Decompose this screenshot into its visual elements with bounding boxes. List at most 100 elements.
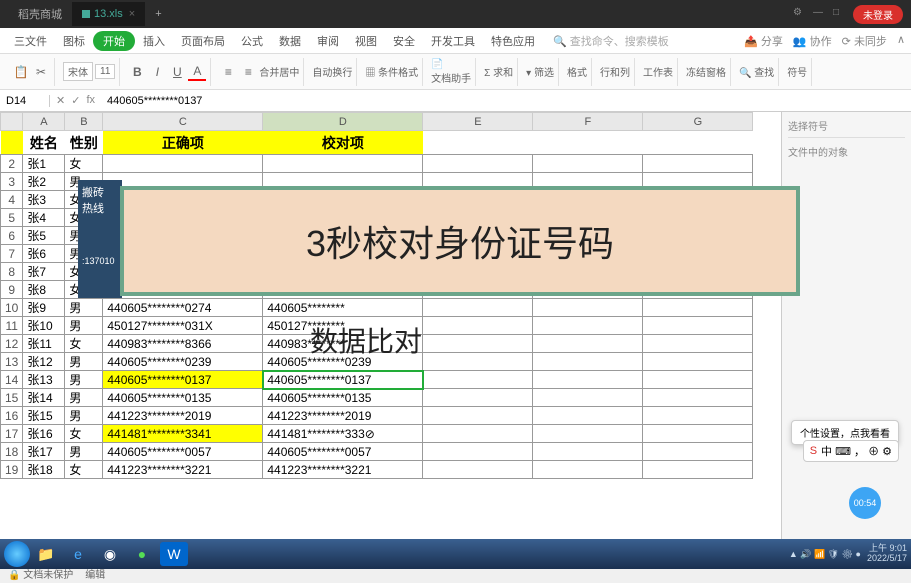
name-box[interactable]: D14 <box>0 95 50 107</box>
chevron-up-icon[interactable]: ∧ <box>897 33 905 49</box>
cell[interactable]: 440605********0135 <box>263 389 423 407</box>
cell[interactable]: 440605********0274 <box>103 299 263 317</box>
tab-file[interactable]: 13.xls× <box>72 2 145 26</box>
row-header[interactable]: 8 <box>1 263 23 281</box>
row-header[interactable] <box>1 131 23 155</box>
menu-apps[interactable]: 特色应用 <box>483 33 543 49</box>
cell[interactable]: 441481********333⊘ <box>263 425 423 443</box>
italic-icon[interactable]: I <box>148 63 166 81</box>
cell[interactable]: 440605********0057 <box>263 443 423 461</box>
menu-start[interactable]: 开始 <box>93 31 135 51</box>
cancel-icon[interactable]: ✕ <box>56 94 65 107</box>
align-center-icon[interactable]: ≡ <box>239 63 257 81</box>
col-header[interactable]: F <box>533 113 643 131</box>
max-icon[interactable]: □ <box>833 7 847 21</box>
row-header[interactable]: 15 <box>1 389 23 407</box>
cell[interactable]: 张17 <box>23 443 65 461</box>
cell[interactable]: 男 <box>65 299 103 317</box>
task-browser-icon[interactable]: e <box>64 542 92 566</box>
task-wechat-icon[interactable]: ● <box>128 542 156 566</box>
cell[interactable]: 男 <box>65 389 103 407</box>
font-color-icon[interactable]: A <box>188 63 206 81</box>
row-header[interactable]: 7 <box>1 245 23 263</box>
cell[interactable] <box>263 155 423 173</box>
cell[interactable]: 440983********8366 <box>103 335 263 353</box>
cell[interactable]: 张15 <box>23 407 65 425</box>
confirm-icon[interactable]: ✓ <box>71 94 80 107</box>
menu-data[interactable]: 数据 <box>271 33 309 49</box>
cell[interactable]: 张4 <box>23 209 65 227</box>
row-header[interactable]: 10 <box>1 299 23 317</box>
cell[interactable]: 男 <box>65 407 103 425</box>
cell[interactable]: 张13 <box>23 371 65 389</box>
col-header[interactable]: B <box>65 113 103 131</box>
row-header[interactable]: 18 <box>1 443 23 461</box>
min-icon[interactable]: — <box>813 7 827 21</box>
cell[interactable]: 张3 <box>23 191 65 209</box>
doc-helper-button[interactable]: 📄文档助手 <box>431 59 471 85</box>
align-left-icon[interactable]: ≡ <box>219 63 237 81</box>
task-folder-icon[interactable]: 📁 <box>32 542 60 566</box>
size-select[interactable]: 11 <box>95 64 115 79</box>
row-header[interactable]: 4 <box>1 191 23 209</box>
cell[interactable]: 张7 <box>23 263 65 281</box>
filter-button[interactable]: ▾ 筛选 <box>526 64 554 79</box>
cell[interactable]: 张12 <box>23 353 65 371</box>
col-header[interactable]: D <box>263 113 423 131</box>
row-header[interactable]: 5 <box>1 209 23 227</box>
cell[interactable]: 女 <box>65 425 103 443</box>
tray-icons[interactable]: ▲ 🔊 📶 🛡 ⚙ ● <box>789 549 861 560</box>
cell[interactable]: 张1 <box>23 155 65 173</box>
search-box[interactable]: 🔍 查找命令、搜索模板 <box>553 33 669 49</box>
row-header[interactable]: 6 <box>1 227 23 245</box>
row-header[interactable]: 3 <box>1 173 23 191</box>
cell-header[interactable]: 校对项 <box>263 131 423 155</box>
format-button[interactable]: 格式 <box>567 64 587 79</box>
cell[interactable]: 440605********0135 <box>103 389 263 407</box>
col-header[interactable]: E <box>423 113 533 131</box>
row-header[interactable]: 17 <box>1 425 23 443</box>
cell[interactable]: 440605********0137 <box>263 371 423 389</box>
menu-security[interactable]: 安全 <box>385 33 423 49</box>
cell[interactable]: 张6 <box>23 245 65 263</box>
sync-button[interactable]: ⟳ 未同步 <box>842 33 887 49</box>
cell[interactable]: 张8 <box>23 281 65 299</box>
row-header[interactable]: 2 <box>1 155 23 173</box>
cell[interactable]: 441223********2019 <box>263 407 423 425</box>
wrap-button[interactable]: 自动换行 <box>312 64 352 79</box>
login-button[interactable]: 未登录 <box>853 5 903 24</box>
cell[interactable]: 女 <box>65 461 103 479</box>
row-header[interactable]: 11 <box>1 317 23 335</box>
cell[interactable]: 441223********3221 <box>103 461 263 479</box>
cell-header[interactable]: 姓名 <box>23 131 65 155</box>
cell[interactable]: 张16 <box>23 425 65 443</box>
menu-formula[interactable]: 公式 <box>233 33 271 49</box>
underline-icon[interactable]: U <box>168 63 186 81</box>
cell[interactable]: 男 <box>65 443 103 461</box>
menu-file[interactable]: 三文件 <box>6 33 55 49</box>
menu-dev[interactable]: 开发工具 <box>423 33 483 49</box>
share-button[interactable]: 📤 分享 <box>744 33 783 49</box>
cell[interactable]: 男 <box>65 371 103 389</box>
cut-icon[interactable]: ✂ <box>32 63 50 81</box>
cell[interactable]: 女 <box>65 155 103 173</box>
font-select[interactable]: 宋体 <box>63 62 93 81</box>
cell-header[interactable]: 正确项 <box>103 131 263 155</box>
record-bubble[interactable]: 00:54 <box>849 487 881 519</box>
row-header[interactable]: 13 <box>1 353 23 371</box>
gear-icon[interactable]: ⚙ <box>793 7 807 21</box>
cell[interactable]: 男 <box>65 317 103 335</box>
col-header[interactable] <box>1 113 23 131</box>
merge-button[interactable]: 合并居中 <box>259 64 299 79</box>
cell[interactable]: 441223********2019 <box>103 407 263 425</box>
cell[interactable]: 张9 <box>23 299 65 317</box>
cell[interactable]: 440605********0057 <box>103 443 263 461</box>
symbol-button[interactable]: 符号 <box>787 64 807 79</box>
ime-bar[interactable]: S中 ⌨ ， ⊕ ⚙ <box>803 440 899 462</box>
start-button[interactable] <box>4 541 30 567</box>
sum-button[interactable]: Σ 求和 <box>484 64 513 79</box>
task-wps-icon[interactable]: W <box>160 542 188 566</box>
menu-layout[interactable]: 页面布局 <box>173 33 233 49</box>
cell[interactable]: 450127********031X <box>103 317 263 335</box>
cell[interactable]: 441481********3341 <box>103 425 263 443</box>
